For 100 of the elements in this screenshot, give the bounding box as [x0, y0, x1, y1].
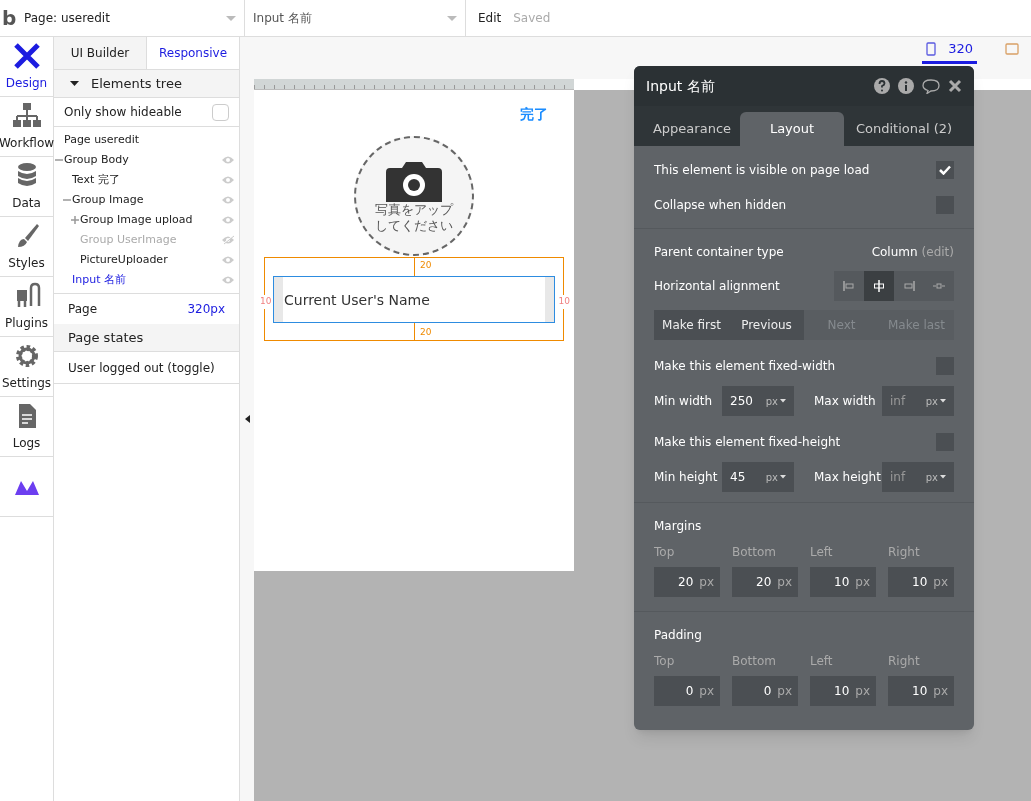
tree-item[interactable]: Group Image	[72, 191, 221, 209]
caret-icon	[940, 399, 946, 403]
info-icon[interactable]	[898, 78, 914, 94]
element-selector[interactable]: Input 名前	[245, 0, 466, 36]
comment-icon[interactable]	[922, 78, 940, 94]
rail-tab[interactable]: Data	[0, 157, 53, 217]
page-width[interactable]: 320px	[187, 300, 225, 318]
number-field[interactable]: 20 px	[732, 567, 798, 597]
section-title: Padding	[654, 627, 703, 644]
field-label: Min height	[654, 469, 719, 486]
tablet-icon	[1005, 42, 1019, 56]
margin-value: 10	[259, 295, 273, 309]
panel-tab[interactable]: Appearance	[644, 112, 740, 146]
page-selector[interactable]: Page: useredit	[16, 0, 245, 36]
checkbox-label: Make this element fixed-height	[654, 434, 841, 451]
order-button[interactable]: Previous	[729, 310, 804, 340]
align-center-icon	[871, 278, 887, 294]
checkbox-label: This element is visible on page load	[654, 161, 870, 179]
checkbox[interactable]	[212, 103, 229, 121]
number-field[interactable]: 10 px	[888, 676, 954, 706]
sidebar-tab[interactable]: UI Builder	[54, 37, 147, 69]
eye-slash-icon[interactable]	[221, 235, 235, 245]
align-left-icon	[841, 278, 857, 294]
tree-item[interactable]: Input 名前	[72, 271, 221, 289]
field-label: Left	[810, 653, 834, 670]
field-label: Right	[888, 653, 921, 670]
number-field[interactable]: inf px	[882, 462, 954, 492]
app-logo: b	[1, 8, 16, 28]
caret-icon	[447, 15, 457, 21]
eye-icon[interactable]	[221, 255, 235, 265]
field-label: Min width	[654, 393, 714, 410]
panel-tab[interactable]: Layout	[740, 112, 844, 146]
number-field[interactable]: 0 px	[732, 676, 798, 706]
align-right-icon	[901, 278, 917, 294]
tree-item[interactable]: Group Body	[64, 151, 221, 169]
number-field[interactable]: inf px	[882, 386, 954, 416]
field-label: Parent container type	[654, 244, 784, 261]
field-label: Right	[888, 544, 921, 561]
field-label: Max width	[814, 393, 877, 410]
number-field[interactable]: 250 px	[722, 386, 794, 416]
page-state[interactable]: User logged out (toggle)	[54, 352, 239, 384]
expand-icon[interactable]	[70, 215, 80, 225]
edit-menu[interactable]: Edit	[478, 9, 502, 27]
tree-item[interactable]: Text 完了	[72, 171, 221, 189]
tree-header[interactable]: Elements tree	[54, 70, 239, 98]
rail-tab[interactable]: Plugins	[0, 277, 53, 337]
help-icon[interactable]	[874, 78, 890, 94]
eye-icon[interactable]	[221, 155, 235, 165]
checkbox-label: Make this element fixed-width	[654, 358, 836, 375]
rail-tab[interactable]: Design	[0, 37, 53, 97]
number-field[interactable]: 10 px	[810, 567, 876, 597]
tree-item[interactable]: Page useredit	[64, 131, 235, 149]
caret-icon	[940, 475, 946, 479]
field-label: Horizontal alignment	[654, 278, 780, 295]
name-input[interactable]: Current User's Name	[273, 276, 555, 323]
caret-icon	[780, 475, 786, 479]
margin-value: 10	[557, 295, 571, 309]
rail-tab[interactable]: Workflow	[0, 97, 53, 157]
checkbox-label: Only show hideable	[64, 104, 182, 121]
collapse-arrow-icon[interactable]	[244, 415, 250, 423]
order-button[interactable]: Make first	[654, 310, 729, 340]
image-uploader[interactable]: 写真をアップしてください	[354, 136, 474, 256]
number-field[interactable]: 20 px	[654, 567, 720, 597]
caret-icon	[226, 15, 236, 21]
field-label: Bottom	[732, 653, 777, 670]
tree-item[interactable]: Group Image upload	[80, 211, 221, 229]
number-field[interactable]: 0 px	[654, 676, 720, 706]
caret-icon	[780, 399, 786, 403]
field-label: Top	[654, 544, 676, 561]
eye-icon[interactable]	[221, 275, 235, 285]
panel-title: Input 名前	[646, 76, 715, 96]
page-label: Page	[68, 301, 98, 318]
number-field[interactable]: 45 px	[722, 462, 794, 492]
alignment-center-button[interactable]	[864, 271, 894, 301]
save-status: Saved	[513, 10, 551, 27]
section-header: Page states	[54, 324, 239, 352]
eye-icon[interactable]	[221, 215, 235, 225]
number-field[interactable]: 10 px	[888, 567, 954, 597]
eye-icon[interactable]	[221, 195, 235, 205]
phone-icon	[926, 42, 937, 56]
field-value: Column	[871, 244, 918, 261]
eye-icon[interactable]	[221, 175, 235, 185]
checkbox[interactable]	[936, 160, 954, 179]
number-field[interactable]: 10 px	[810, 676, 876, 706]
margin-value: 20	[420, 259, 432, 272]
rail-tab[interactable]: Settings	[0, 337, 53, 397]
section-title: Margins	[654, 518, 703, 535]
tree-item[interactable]: PictureUploader	[80, 251, 221, 269]
margin-value: 20	[420, 325, 432, 339]
checkbox-label: Collapse when hidden	[654, 196, 787, 214]
rail-tab[interactable]: Logs	[0, 397, 53, 457]
field-label: Top	[654, 653, 676, 670]
checkmark-icon	[939, 164, 951, 175]
field-label: Left	[810, 544, 834, 561]
rail-tab[interactable]: Styles	[0, 217, 53, 277]
close-icon[interactable]	[948, 79, 962, 93]
field-label: Max height	[814, 469, 882, 486]
panel-tab[interactable]: Conditional (2)	[844, 112, 964, 146]
field-label: Bottom	[732, 544, 777, 561]
uploader-hint: 写真をアップしてください	[374, 202, 454, 234]
